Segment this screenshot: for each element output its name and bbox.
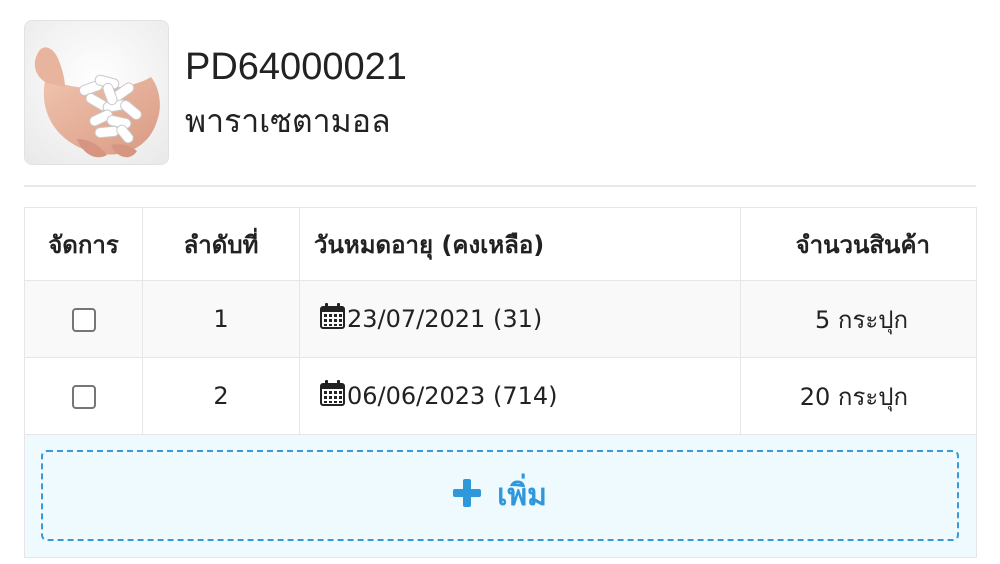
- hand-holding-pills-photo: [25, 21, 168, 164]
- row-checkbox[interactable]: [71, 308, 96, 332]
- add-lot-button[interactable]: เพิ่ม: [41, 450, 959, 541]
- add-row-cell: เพิ่ม: [24, 434, 977, 558]
- add-button-label: เพิ่ม: [497, 477, 547, 513]
- row-index: 1: [142, 280, 300, 358]
- product-header: PD64000021 พาราเซตามอล: [24, 20, 976, 166]
- row-expiry-date: 06/06/2023 (714): [347, 382, 558, 410]
- table-row: 1 23/07/2021 (31) 5 กระปุก: [24, 280, 977, 358]
- product-code: PD64000021: [185, 46, 407, 88]
- plus-icon: [453, 478, 482, 513]
- lot-table-container: จัดการ ลำดับที่ วันหมดอายุ (คงเหลือ) จำน…: [24, 207, 977, 558]
- row-select-cell: [24, 280, 143, 358]
- row-expiry-cell: 23/07/2021 (31): [299, 280, 741, 358]
- lot-table: จัดการ ลำดับที่ วันหมดอายุ (คงเหลือ) จำน…: [24, 207, 977, 558]
- row-quantity: 20 กระปุก: [740, 357, 977, 435]
- column-header-manage: จัดการ: [24, 207, 143, 281]
- product-image: [24, 20, 169, 165]
- product-name: พาราเซตามอล: [185, 102, 391, 140]
- row-select-cell: [24, 357, 143, 435]
- column-header-index: ลำดับที่: [142, 207, 300, 281]
- calendar-icon: [320, 303, 345, 335]
- calendar-icon: [320, 380, 345, 412]
- header-divider: [24, 185, 976, 187]
- row-expiry-cell: 06/06/2023 (714): [299, 357, 741, 435]
- row-index: 2: [142, 357, 300, 435]
- column-header-expiry: วันหมดอายุ (คงเหลือ): [299, 207, 741, 281]
- row-checkbox[interactable]: [71, 385, 96, 409]
- product-lot-page: PD64000021 พาราเซตามอล จัดการ ลำดับที่ ว…: [0, 0, 1000, 564]
- row-quantity: 5 กระปุก: [740, 280, 977, 358]
- add-row: เพิ่ม: [24, 434, 977, 558]
- table-header-row: จัดการ ลำดับที่ วันหมดอายุ (คงเหลือ) จำน…: [24, 207, 977, 281]
- row-expiry-date: 23/07/2021 (31): [347, 305, 543, 333]
- column-header-quantity: จำนวนสินค้า: [740, 207, 977, 281]
- table-row: 2 06/06/2023 (714) 20 กระปุก: [24, 357, 977, 435]
